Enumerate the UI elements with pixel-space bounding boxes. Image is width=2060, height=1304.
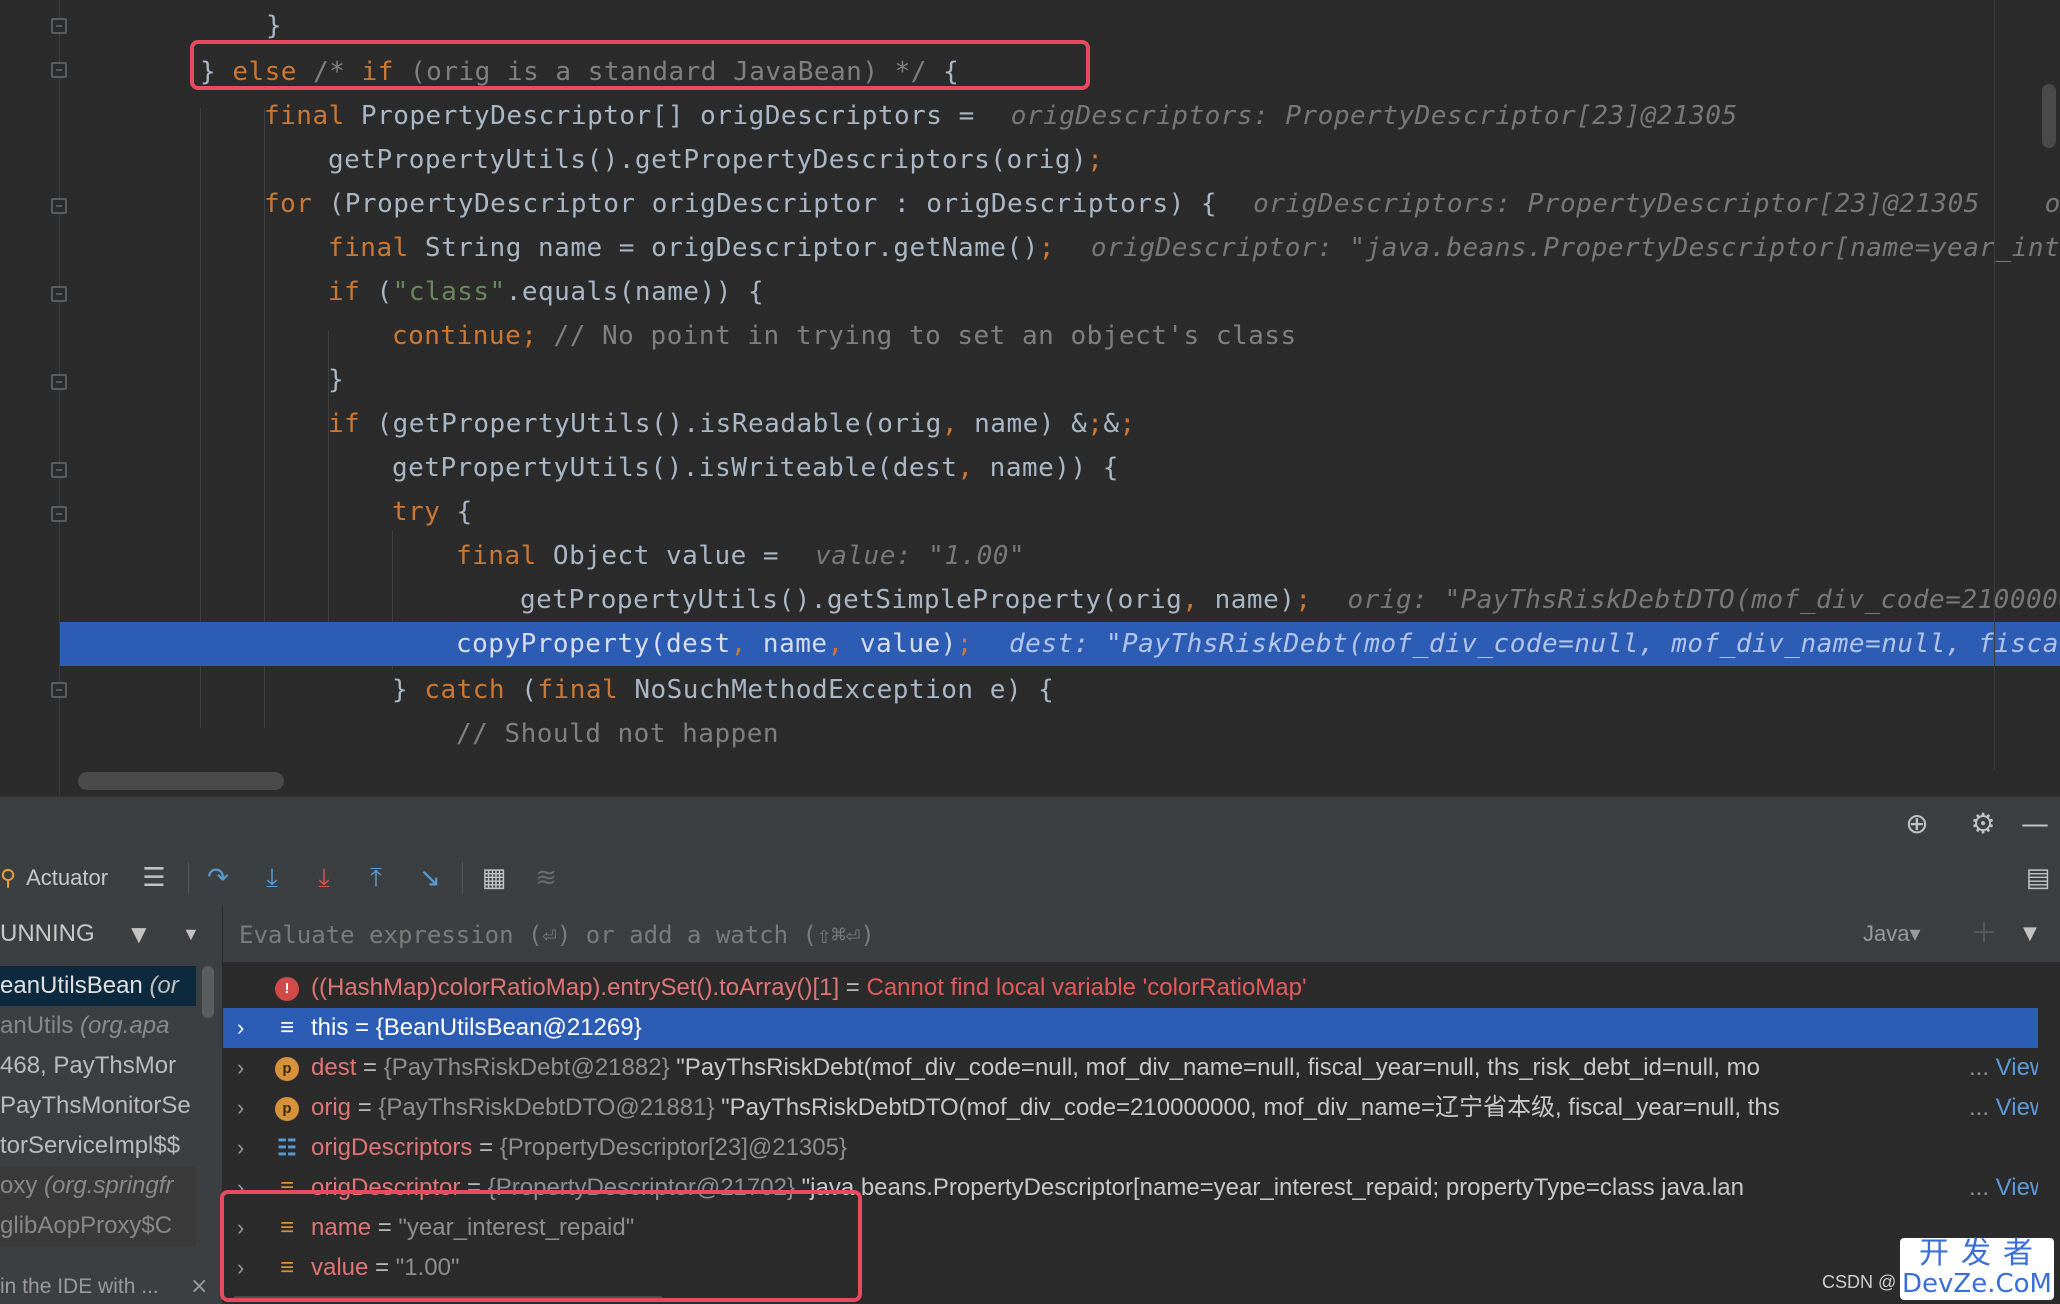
fold-marker-icon[interactable] [51, 462, 67, 478]
code-line: continue; // No point in trying to set a… [392, 321, 1297, 351]
right-margin-guide [1994, 0, 1995, 770]
inline-hint: value: "1.00" [815, 541, 1026, 571]
frame-item[interactable]: torServiceImpl$$ [0, 1126, 196, 1166]
expand-arrow-icon[interactable]: › [237, 1048, 244, 1088]
inline-hint: origDescriptors: PropertyDescriptor[23]@… [1010, 101, 1738, 131]
parameter-icon: p [275, 1097, 299, 1121]
frame-item[interactable]: oxy (org.springfr [0, 1166, 196, 1206]
code-line: if (getPropertyUtils().isReadable(orig, … [328, 409, 1136, 439]
field-icon: ≡ [279, 1174, 294, 1201]
fold-marker-icon[interactable] [51, 18, 67, 34]
code-editor[interactable]: } } else /* if (orig is a standard JavaB… [0, 0, 2060, 796]
variable-row-orig[interactable]: › p orig = {PayThsRiskDebtDTO@21881} "Pa… [223, 1088, 2038, 1128]
variable-row-this[interactable]: › ≡ this = {BeanUtilsBean@21269} [223, 1008, 2038, 1048]
expand-arrow-icon[interactable]: › [237, 1088, 244, 1128]
minimize-icon[interactable]: — [2018, 807, 2052, 841]
actuator-label: Actuator [26, 865, 109, 890]
force-step-into-icon[interactable]: ⤓ [306, 860, 342, 896]
code-line: // Should not happen [456, 719, 780, 749]
toolbar-separator [462, 862, 463, 894]
code-line: getPropertyUtils().isWriteable(dest, nam… [392, 453, 1119, 483]
code-line: } catch (final NoSuchMethodException e) … [392, 675, 1055, 705]
evaluate-table-icon[interactable]: ▦ [476, 860, 512, 896]
fold-marker-icon[interactable] [51, 62, 67, 78]
view-link[interactable]: View [1969, 1088, 2038, 1128]
code-line: try { [392, 497, 473, 527]
chevron-down-icon[interactable]: ▼ [182, 906, 200, 962]
error-icon: ! [275, 977, 299, 1001]
frame-item[interactable]: PayThsMonitorSe [0, 1086, 196, 1126]
code-line: } [328, 365, 345, 395]
parameter-icon: p [275, 1057, 299, 1081]
code-line: getPropertyUtils().getSimpleProperty(ori… [520, 578, 2060, 622]
trace-stream-icon[interactable]: ≋ [528, 860, 564, 896]
code-line: final PropertyDescriptor[] origDescripto… [264, 101, 1738, 131]
field-icon: ≡ [279, 1014, 294, 1041]
actuator-icon: ⚲ [0, 865, 17, 890]
inline-hint: dest: "PayThsRiskDebt(mof_div_code=null,… [1008, 629, 2060, 659]
code-line: final String name = origDescriptor.getNa… [328, 226, 2060, 270]
array-icon: ☷ [277, 1135, 297, 1160]
editor-vertical-scrollbar[interactable] [2042, 84, 2056, 148]
thread-status[interactable]: UNNING [0, 906, 95, 962]
filter-icon[interactable]: ▼ [126, 906, 152, 962]
gear-icon[interactable]: ⚙ [1966, 807, 2000, 841]
inline-hint: origDescriptor: "java.beans.PropertyDesc… [1090, 233, 2060, 263]
chevron-down-icon[interactable]: ▼ [2023, 906, 2037, 962]
frame-item[interactable]: glibAopProxy$C [0, 1206, 196, 1246]
annotation-box-else [190, 40, 1090, 90]
view-link[interactable]: View [1969, 1048, 2038, 1088]
fold-marker-icon[interactable] [51, 682, 67, 698]
inline-hint: orig: "PayThsRiskDebtDTO(mof_div_code=21… [1347, 585, 2060, 615]
close-icon[interactable]: × [190, 1270, 208, 1304]
variable-row-dest[interactable]: › p dest = {PayThsRiskDebt@21882} "PayTh… [223, 1048, 2038, 1088]
variable-row-origDescriptors[interactable]: › ☷ origDescriptors = {PropertyDescripto… [223, 1128, 2038, 1168]
frames-panel: UNNING ▼ ▼ eanUtilsBean (or anUtils (org… [0, 906, 223, 1304]
run-to-cursor-icon[interactable]: ↘ [412, 860, 448, 896]
crosshair-icon[interactable]: ⊕ [1900, 807, 1934, 841]
editor-horizontal-scroll-track [70, 770, 2060, 796]
execution-point-line[interactable]: copyProperty(dest, name, value); dest: "P… [60, 622, 2060, 666]
code-line: if ("class".equals(name)) { [328, 277, 765, 307]
watch-row[interactable]: ! ((HashMap)colorRatioMap).entrySet().to… [223, 968, 2038, 1008]
csdn-watermark: CSDN @ [1822, 1272, 1897, 1292]
frames-header: UNNING ▼ ▼ [0, 906, 222, 962]
add-watch-icon[interactable]: ＋ [1971, 906, 1997, 962]
step-into-icon[interactable]: ⤓ [254, 860, 290, 896]
inline-hint: origDescriptors: PropertyDescriptor[23]@… [1253, 189, 2060, 219]
gutter-divider [59, 0, 60, 796]
fold-marker-icon[interactable] [51, 374, 67, 390]
code-line: final Object value = value: "1.00" [456, 541, 1026, 571]
editor-horizontal-scrollbar[interactable] [78, 772, 284, 790]
editor-gutter [0, 0, 67, 796]
code-line-current: copyProperty(dest, name, value); dest: "P… [456, 622, 2060, 666]
frames-scrollbar[interactable] [202, 966, 214, 1018]
evaluate-expression-input[interactable] [237, 914, 1841, 956]
code-line: getPropertyUtils().getPropertyDescriptor… [328, 145, 1104, 175]
view-link[interactable]: View [1969, 1168, 2038, 1208]
frame-item[interactable]: 468, PayThsMor [0, 1046, 196, 1086]
fold-marker-icon[interactable] [51, 198, 67, 214]
language-select[interactable]: Java▾ [1863, 906, 1921, 962]
toolbar-separator [188, 862, 189, 894]
annotation-box-name-value [220, 1190, 862, 1302]
debug-panel-header: ⊕ ⚙ — [0, 796, 2060, 851]
fold-marker-icon[interactable] [51, 286, 67, 302]
step-over-icon[interactable]: ↷ [200, 860, 236, 896]
expand-arrow-icon[interactable]: › [237, 1128, 244, 1168]
code-line: for (PropertyDescriptor origDescriptor :… [264, 182, 2060, 226]
frames-footer-hint: in the IDE with ... [0, 1275, 159, 1298]
layout-icon[interactable]: ▤ [2020, 860, 2056, 896]
frame-item[interactable]: anUtils (org.apa [0, 1006, 196, 1046]
expand-arrow-icon[interactable]: › [237, 1008, 244, 1048]
devze-watermark: 开发者 DevZe.CoM [1900, 1238, 2054, 1300]
fold-marker-icon[interactable] [51, 506, 67, 522]
threads-list-icon[interactable]: ☰ [136, 860, 172, 896]
step-out-icon[interactable]: ⤒ [358, 860, 394, 896]
frame-item[interactable]: eanUtilsBean (or [0, 966, 196, 1006]
actuator-tab[interactable]: ⚲ Actuator [0, 850, 108, 906]
debug-toolbar: ⚲ Actuator ☰ ↷ ⤓ ⤓ ⤒ ↘ ▦ ≋ ▤ [0, 850, 2060, 907]
evaluate-bar: Java▾ ＋ ▼ [223, 906, 2060, 963]
